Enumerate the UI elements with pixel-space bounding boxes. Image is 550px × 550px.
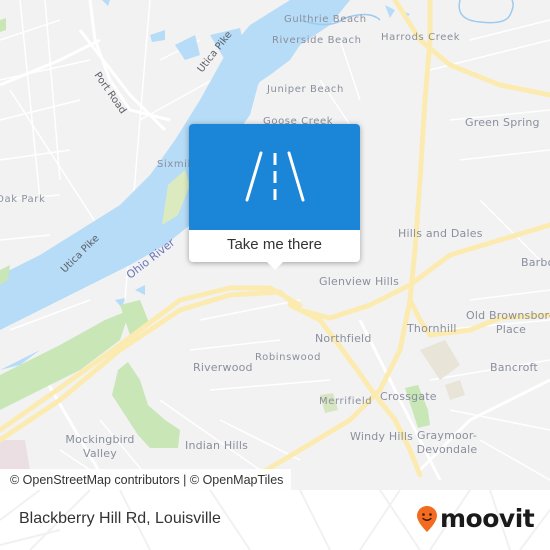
place-label-windy-hills: Windy Hills — [350, 430, 414, 443]
place-label-juniper-beach: Juniper Beach — [267, 84, 344, 95]
place-label-merrifield: Merrifield — [319, 396, 373, 407]
place-label-barbourmeade: Barbourmeade — [521, 256, 550, 269]
place-label-crossgate: Crossgate — [380, 390, 437, 403]
place-label-robinswood: Robinswood — [255, 352, 322, 363]
place-label-old-brownsboro-place: Old Brownsboro Place — [466, 309, 550, 336]
place-label-mockingbird-valley: Mockingbird Valley — [65, 433, 135, 460]
place-label-thornhill: Thornhill — [407, 322, 457, 335]
moovit-pin-icon — [417, 505, 437, 532]
footer-bar: Blackberry Hill Rd, Louisville moovit — [0, 490, 550, 550]
place-label-sixmile: Sixmile — [157, 159, 189, 170]
place-label-glenview-hills: Glenview Hills — [319, 275, 400, 288]
place-label-riverside-beach: Riverside Beach — [272, 35, 362, 46]
place-label-northfield: Northfield — [315, 332, 372, 345]
destination-popup[interactable]: Take me there — [189, 124, 360, 270]
place-label-bancroft: Bancroft — [490, 361, 538, 374]
moovit-logo[interactable]: moovit — [416, 504, 535, 533]
road-icon — [245, 151, 304, 202]
place-label-harrods-creek: Harrods Creek — [381, 32, 461, 43]
location-name: Blackberry Hill Rd, Louisville — [19, 510, 221, 527]
place-label-oak-park: Oak Park — [0, 194, 46, 205]
place-label-gulthrie-beach: Gulthrie Beach — [284, 14, 367, 25]
moovit-wordmark: moovit — [440, 504, 535, 533]
popup-pointer — [267, 262, 283, 270]
place-label-green-spring: Green Spring — [465, 116, 540, 129]
place-label-hills-and-dales: Hills and Dales — [398, 227, 483, 240]
place-label-riverwood: Riverwood — [193, 361, 253, 374]
map-attribution[interactable]: © OpenStreetMap contributors | © OpenMap… — [0, 469, 292, 491]
place-label-indian-hills: Indian Hills — [185, 439, 249, 452]
place-label-graymoor-devondale: Graymoor-Devondale — [416, 429, 478, 456]
take-me-there-button[interactable]: Take me there — [189, 230, 360, 262]
popup-icon-area[interactable] — [189, 124, 360, 230]
